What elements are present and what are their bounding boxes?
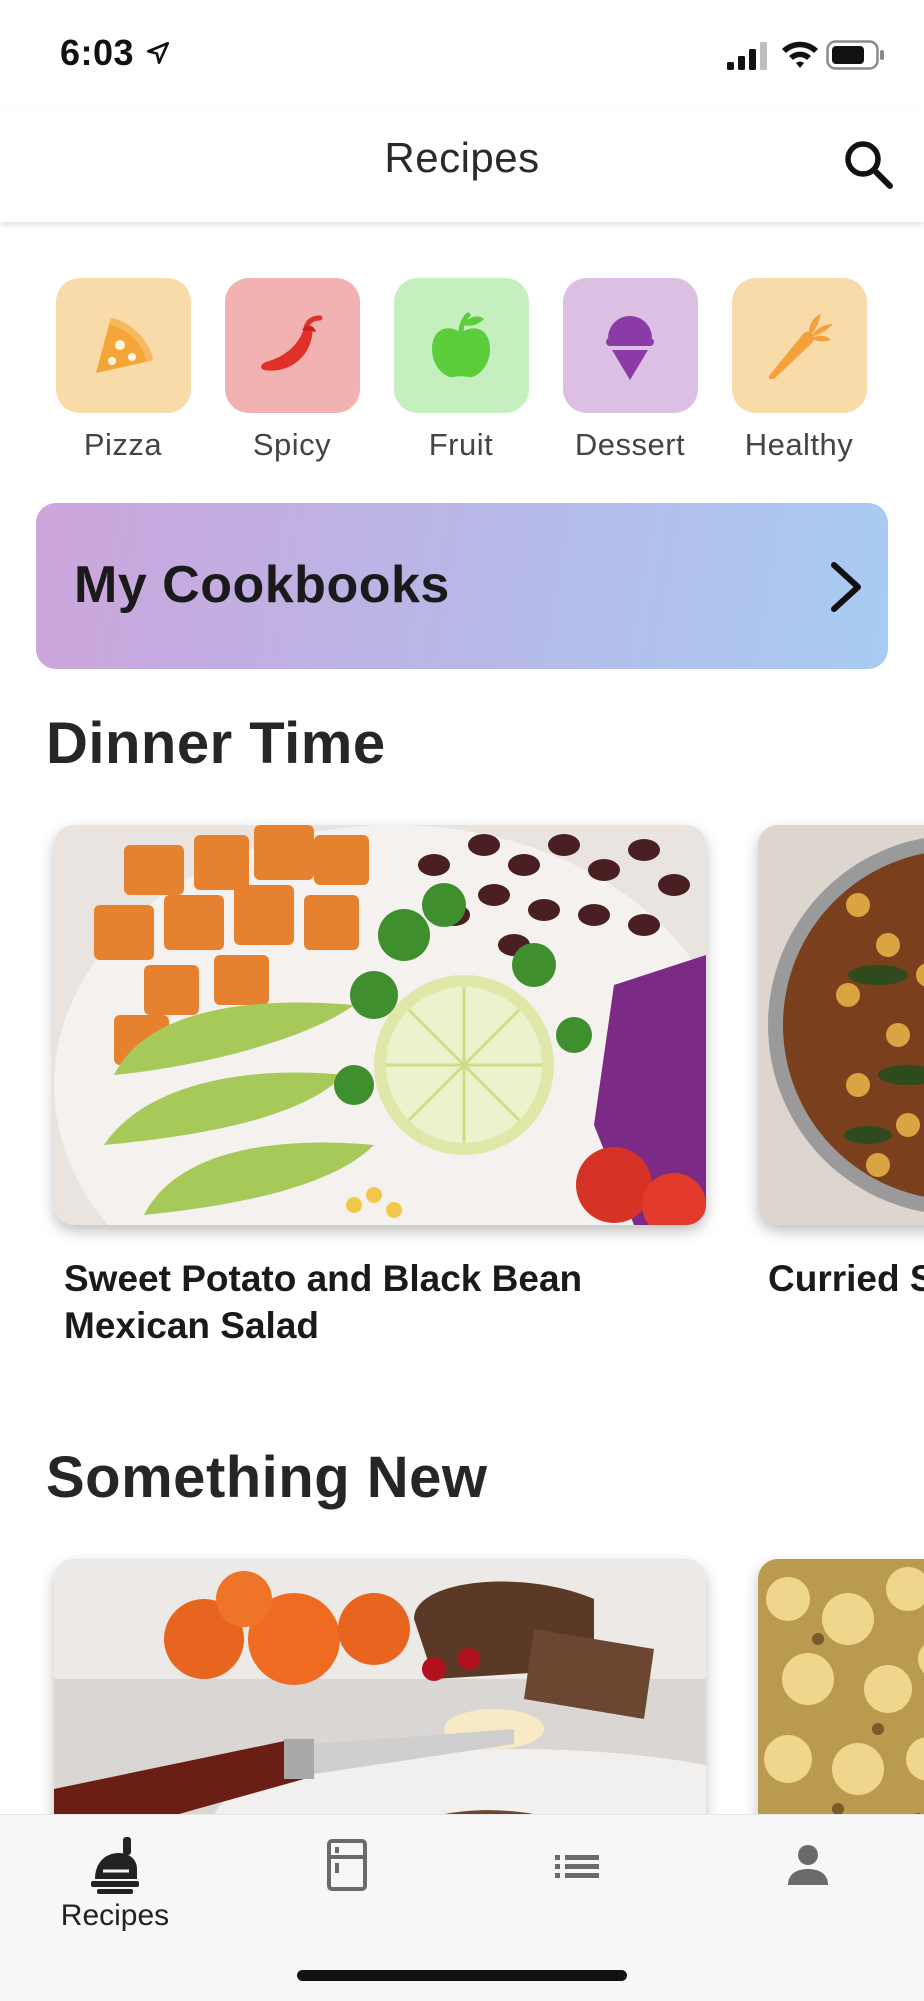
category-tile[interactable] [393, 278, 529, 413]
apple-icon [432, 312, 490, 377]
category-label: Healthy [744, 427, 854, 462]
category-label: Dessert [574, 427, 686, 462]
category-label: Pizza [83, 427, 163, 462]
tab-label: Recipes [60, 1899, 170, 1932]
category-healthy[interactable]: Healthy [724, 278, 874, 463]
category-dessert[interactable]: Dessert [555, 278, 705, 463]
ice-cream-icon [606, 315, 654, 380]
tab-list[interactable] [512, 1835, 642, 1895]
top-navigation-bar: Recipes [0, 110, 924, 222]
category-row: Pizza Spicy Fruit Dessert Healthy [0, 278, 924, 468]
page-title: Recipes [384, 134, 540, 181]
recipe-card[interactable]: Sweet Potato and Black Bean Mexican Sala… [54, 825, 706, 1349]
battery-icon [826, 40, 884, 70]
recipe-title: Curried Spinach [768, 1258, 924, 1299]
recipe-title: Sweet Potato and Black Bean Mexican Sala… [64, 1258, 583, 1346]
recipe-card[interactable]: Curried Spinach [758, 825, 924, 1302]
recipe-image [54, 825, 706, 1225]
category-tile[interactable] [562, 278, 698, 413]
tab-recipes[interactable]: Recipes [50, 1835, 180, 1933]
my-cookbooks-label: My Cookbooks [74, 556, 450, 614]
chevron-right-icon [831, 562, 861, 612]
status-bar: 6:03 [0, 0, 924, 110]
category-label: Fruit [428, 427, 494, 462]
category-tile[interactable] [224, 278, 360, 413]
list-icon [555, 1855, 599, 1878]
home-indicator [297, 1970, 627, 1981]
pizza-icon [96, 317, 154, 373]
location-arrow-icon [146, 41, 170, 65]
carrot-icon [768, 313, 833, 379]
category-tile[interactable] [55, 278, 191, 413]
category-fruit[interactable]: Fruit [386, 278, 536, 463]
search-icon[interactable] [838, 134, 898, 194]
recipe-image [758, 825, 924, 1225]
category-tile[interactable] [731, 278, 867, 413]
category-spicy[interactable]: Spicy [217, 278, 367, 463]
my-cookbooks-banner[interactable]: My Cookbooks [36, 503, 888, 669]
section-title: Something New [46, 1445, 488, 1510]
category-pizza[interactable]: Pizza [48, 278, 198, 463]
chef-hat-icon [91, 1837, 139, 1894]
wifi-icon [782, 41, 818, 68]
tab-fridge[interactable] [282, 1835, 412, 1895]
status-time: 6:03 [60, 32, 135, 73]
category-label: Spicy [252, 427, 332, 462]
section-title: Dinner Time [46, 711, 386, 776]
cellular-signal-icon [727, 42, 767, 70]
fridge-icon [327, 1839, 367, 1891]
chili-pepper-icon [261, 315, 323, 371]
person-icon [788, 1845, 828, 1885]
tab-profile[interactable] [743, 1835, 873, 1895]
